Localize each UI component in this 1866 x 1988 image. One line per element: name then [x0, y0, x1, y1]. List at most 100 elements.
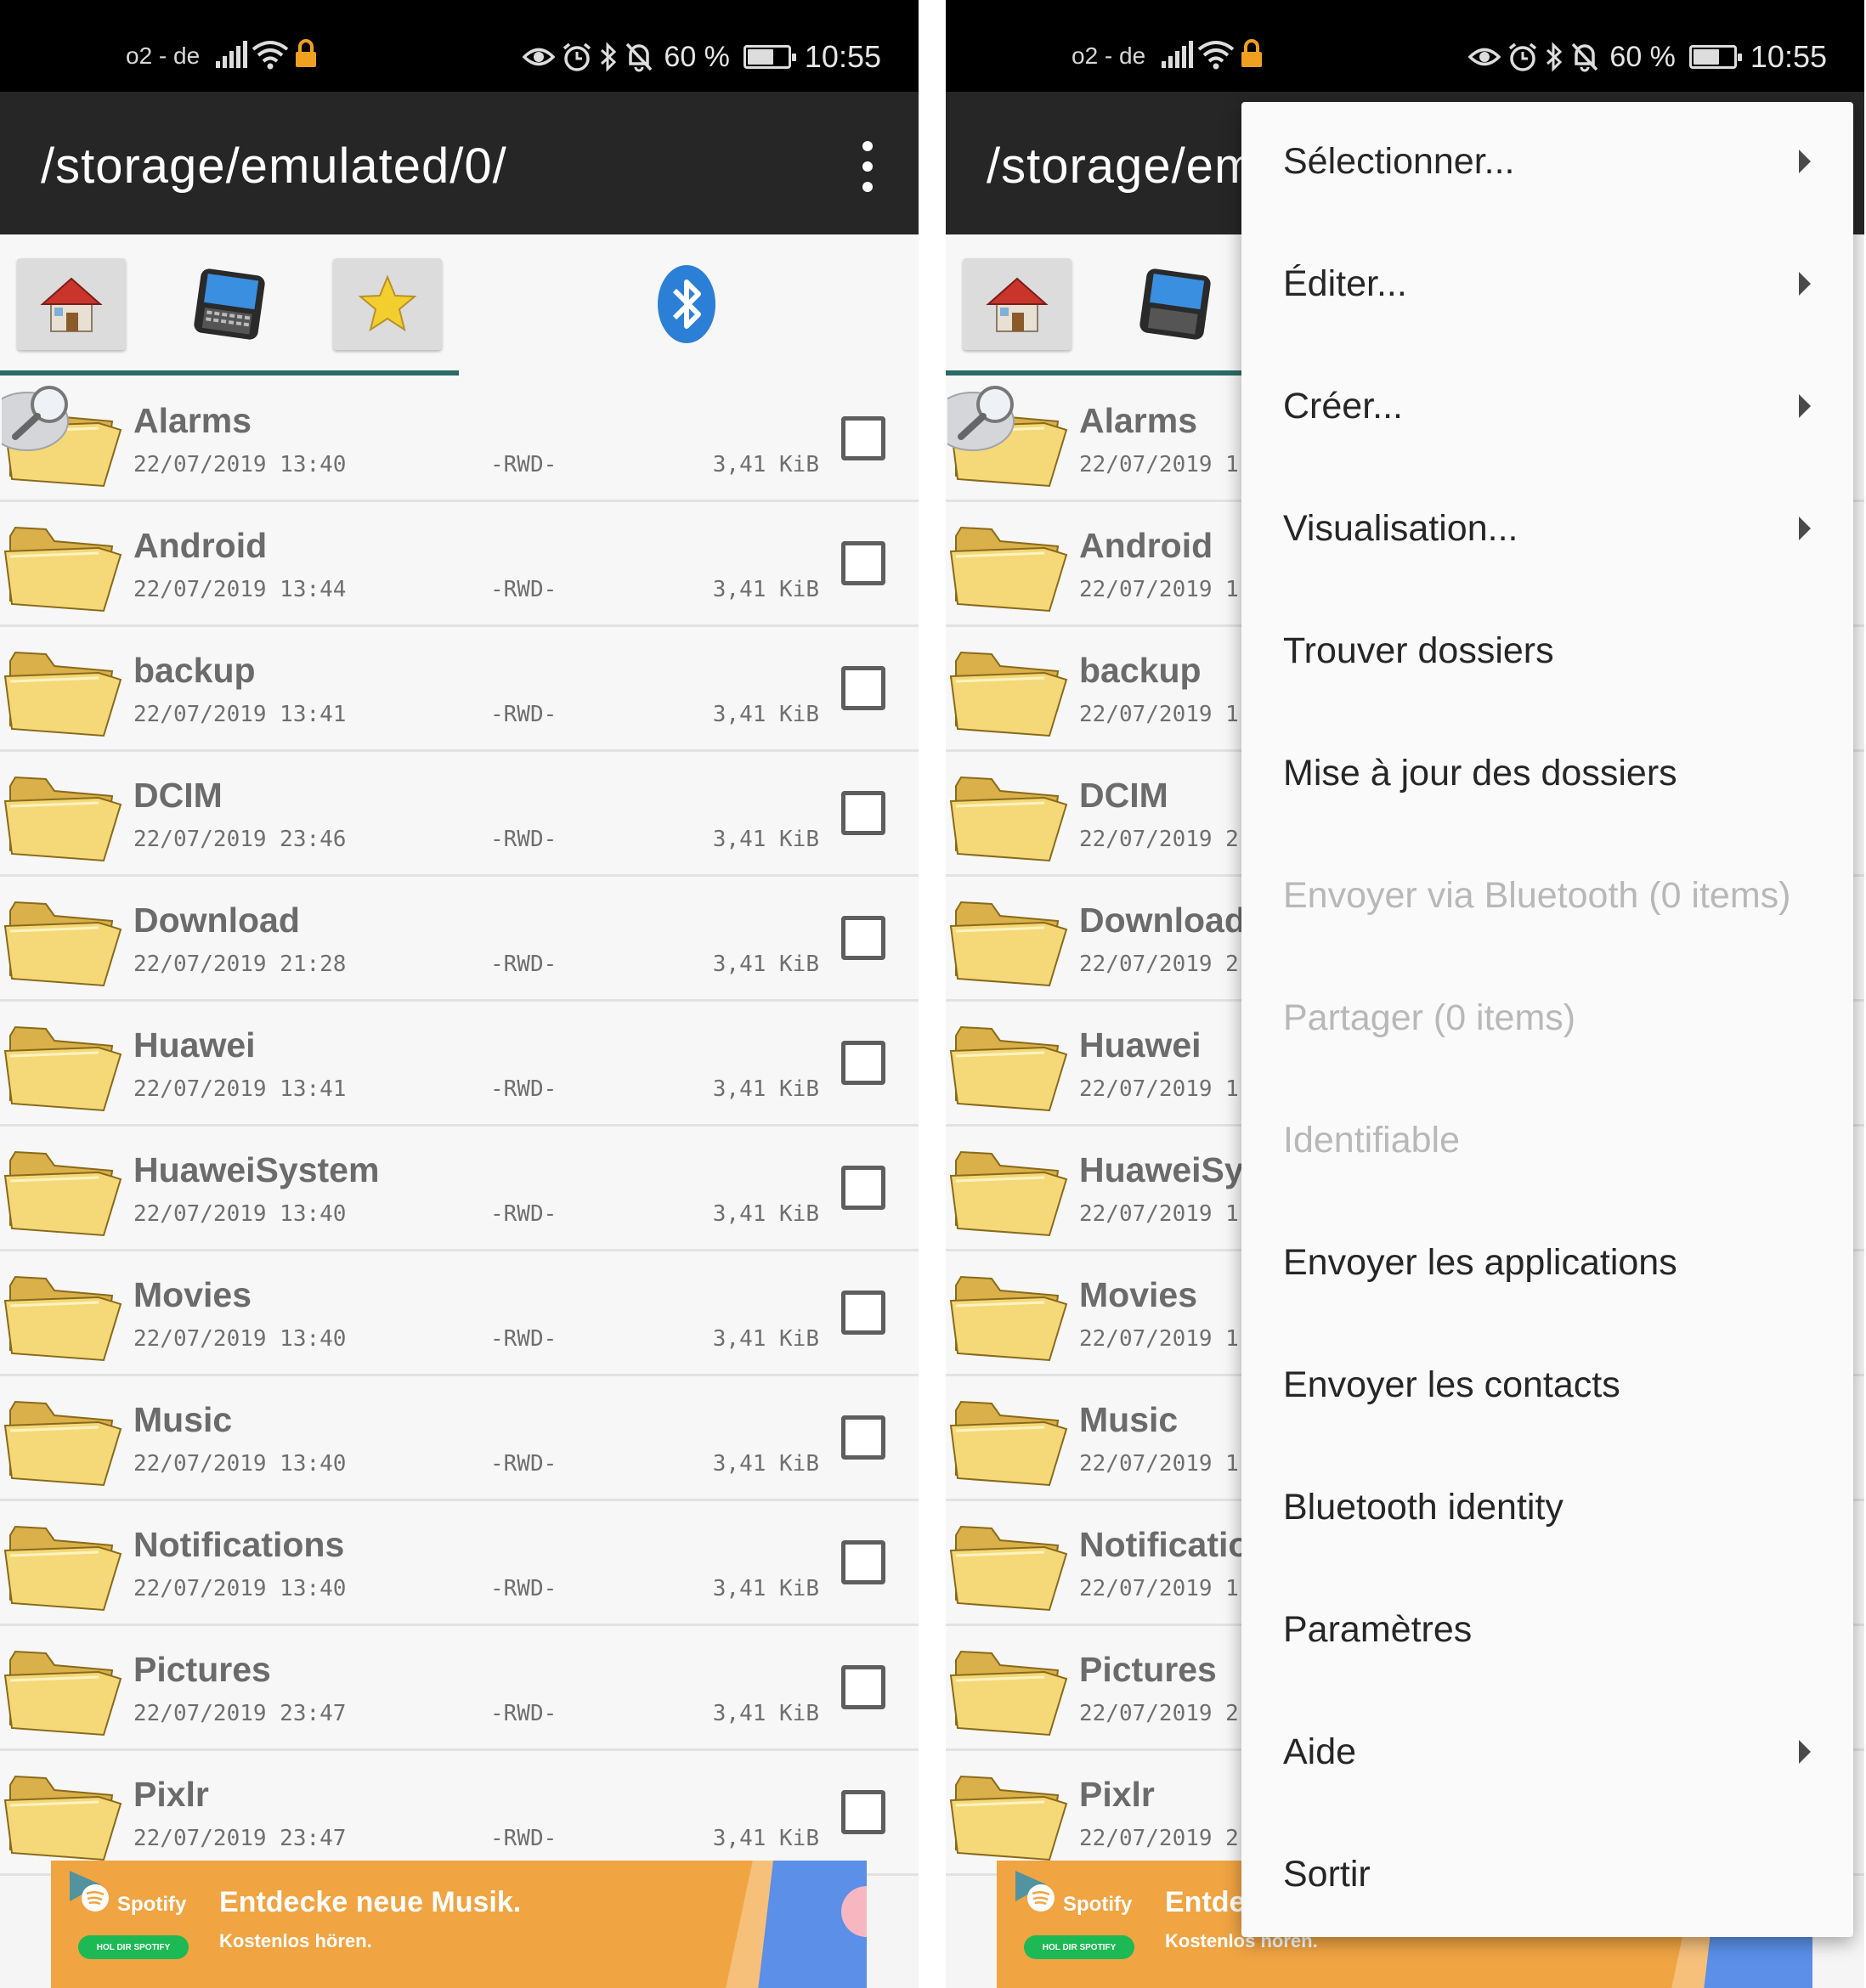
menu-item-11[interactable]: Bluetooth identity: [1241, 1448, 1853, 1570]
folder-icon: [949, 1400, 1068, 1487]
ad-cta-button[interactable]: HOL DIR SPOTIFY: [1024, 1935, 1134, 1959]
menu-item-3[interactable]: Visualisation...: [1241, 469, 1853, 591]
select-checkbox[interactable]: [841, 1041, 885, 1085]
select-checkbox[interactable]: [841, 541, 885, 585]
bluetooth-icon: [658, 265, 715, 343]
file-name: Movies: [133, 1275, 252, 1314]
file-size: 3,41 KiB: [712, 1326, 819, 1352]
folder-icon: [949, 1025, 1068, 1112]
menu-item-8: Identifiable: [1241, 1081, 1853, 1203]
file-row-music[interactable]: Music 22/07/2019 13:40 -RWD- 3,41 KiB: [0, 1376, 919, 1501]
select-checkbox[interactable]: [841, 1291, 885, 1335]
file-name: Alarms: [1079, 401, 1198, 440]
ad-brand: Spotify: [117, 1893, 187, 1916]
file-date: 22/07/2019 13:41: [133, 1076, 347, 1102]
folder-icon: [949, 776, 1068, 862]
menu-item-14[interactable]: Sortir: [1241, 1815, 1853, 1937]
file-row-movies[interactable]: Movies 22/07/2019 13:40 -RWD- 3,41 KiB: [0, 1251, 919, 1376]
home-icon: [40, 277, 103, 332]
menu-item-0[interactable]: Sélectionner...: [1241, 102, 1853, 224]
carrier-label: o2 - de: [126, 42, 201, 69]
select-checkbox[interactable]: [841, 416, 885, 460]
select-checkbox[interactable]: [841, 1166, 885, 1210]
overflow-menu-button[interactable]: [852, 141, 883, 192]
file-row-dcim[interactable]: DCIM 22/07/2019 23:46 -RWD- 3,41 KiB: [0, 752, 919, 877]
file-size: 3,41 KiB: [712, 452, 819, 477]
file-permissions: -RWD-: [490, 1701, 557, 1726]
menu-item-2[interactable]: Créer...: [1241, 347, 1853, 469]
select-checkbox[interactable]: [841, 666, 885, 710]
menu-item-label: Envoyer les applications: [1283, 1242, 1677, 1283]
folder-icon: [3, 1775, 122, 1861]
file-size: 3,41 KiB: [712, 827, 819, 852]
ad-banner[interactable]: Spotify HOL DIR SPOTIFY Entdecke neue Mu…: [51, 1861, 867, 1988]
folder-icon: [3, 1525, 122, 1612]
folder-icon: [3, 1650, 122, 1737]
file-name: Android: [1079, 526, 1213, 565]
file-row-huawei[interactable]: Huawei 22/07/2019 13:41 -RWD- 3,41 KiB: [0, 1002, 919, 1127]
file-permissions: -RWD-: [490, 577, 557, 602]
menu-item-9[interactable]: Envoyer les applications: [1241, 1203, 1853, 1325]
menu-item-13[interactable]: Aide: [1241, 1692, 1853, 1815]
folder-icon: [3, 776, 122, 862]
menu-item-12[interactable]: Paramètres: [1241, 1570, 1853, 1692]
file-row-pixlr[interactable]: Pixlr 22/07/2019 23:47 -RWD- 3,41 KiB: [0, 1751, 919, 1876]
menu-item-label: Mise à jour des dossiers: [1283, 753, 1677, 794]
file-name: DCIM: [1079, 776, 1168, 815]
file-name: HuaweiSy: [1079, 1150, 1244, 1189]
file-size: 3,41 KiB: [712, 952, 819, 977]
device-button[interactable]: [1121, 258, 1230, 350]
folder-icon: [3, 1025, 122, 1112]
file-row-backup[interactable]: backup 22/07/2019 13:41 -RWD- 3,41 KiB: [0, 627, 919, 752]
mute-bell-icon: [626, 42, 653, 72]
file-date: 22/07/2019 2: [1079, 827, 1239, 852]
select-checkbox[interactable]: [841, 1540, 885, 1584]
file-name: Notifications: [133, 1525, 345, 1564]
menu-item-4[interactable]: Trouver dossiers: [1241, 591, 1853, 714]
status-bar: o2 - de 60 % 10:55: [0, 0, 919, 92]
signal-icon: [1162, 41, 1193, 68]
ad-headline: Entdecke neue Musik.: [219, 1886, 522, 1918]
file-row-download[interactable]: Download 22/07/2019 21:28 -RWD- 3,41 KiB: [0, 877, 919, 1002]
device-button[interactable]: [175, 258, 284, 350]
favorites-button[interactable]: [333, 258, 442, 350]
submenu-arrow-icon: [1799, 272, 1811, 296]
menu-item-5[interactable]: Mise à jour des dossiers: [1241, 714, 1853, 836]
select-checkbox[interactable]: [841, 791, 885, 835]
alarm-icon: [1509, 42, 1537, 71]
menu-item-7: Partager (0 items): [1241, 958, 1853, 1081]
file-date: 22/07/2019 1: [1079, 1326, 1239, 1352]
file-size: 3,41 KiB: [712, 1701, 819, 1726]
file-name: backup: [1079, 651, 1202, 690]
folder-icon: [949, 1775, 1068, 1861]
menu-item-label: Éditer...: [1283, 263, 1407, 304]
file-row-android[interactable]: Android 22/07/2019 13:44 -RWD- 3,41 KiB: [0, 502, 919, 627]
alarm-icon: [563, 42, 591, 71]
select-checkbox[interactable]: [841, 916, 885, 960]
file-name: Download: [133, 901, 300, 940]
ad-cta-button[interactable]: HOL DIR SPOTIFY: [78, 1935, 189, 1959]
folder-icon: [949, 1650, 1068, 1737]
menu-item-1[interactable]: Éditer...: [1241, 224, 1853, 347]
home-button[interactable]: [963, 258, 1072, 350]
menu-item-10[interactable]: Envoyer les contacts: [1241, 1325, 1853, 1448]
file-row-pictures[interactable]: Pictures 22/07/2019 23:47 -RWD- 3,41 KiB: [0, 1626, 919, 1751]
battery-percent: 60 %: [1609, 40, 1676, 73]
menu-item-label: Trouver dossiers: [1283, 630, 1554, 671]
file-size: 3,41 KiB: [712, 1826, 819, 1851]
select-checkbox[interactable]: [841, 1415, 885, 1460]
file-row-huaweisystem[interactable]: HuaweiSystem 22/07/2019 13:40 -RWD- 3,41 Ki…: [0, 1127, 919, 1251]
folder-icon: [949, 651, 1068, 737]
file-size: 3,41 KiB: [712, 1576, 819, 1601]
bluetooth-button[interactable]: [632, 258, 741, 350]
file-name: Pixlr: [1079, 1775, 1155, 1814]
submenu-arrow-icon: [1799, 1740, 1811, 1764]
file-row-alarms[interactable]: Alarms 22/07/2019 13:40 -RWD- 3,41 KiB: [0, 377, 919, 502]
tab-indicator: [0, 370, 459, 376]
file-row-notifications[interactable]: Notifications 22/07/2019 13:40 -RWD- 3,41 K…: [0, 1501, 919, 1626]
wifi-icon: [252, 41, 289, 70]
clock: 10:55: [1750, 39, 1827, 74]
home-button[interactable]: [17, 258, 126, 350]
select-checkbox[interactable]: [841, 1790, 885, 1834]
select-checkbox[interactable]: [841, 1665, 885, 1709]
